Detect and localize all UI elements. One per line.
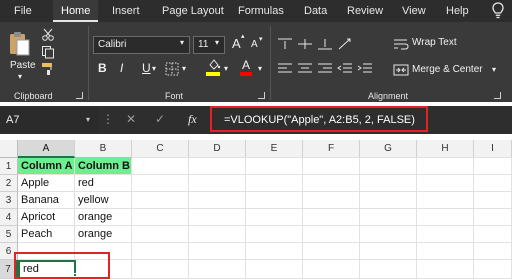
tab-view[interactable]: View xyxy=(402,0,426,22)
alignment-group-label: Alignment xyxy=(368,91,409,101)
decrease-indent-icon[interactable] xyxy=(336,60,354,76)
column-header-b[interactable]: B xyxy=(75,140,132,158)
insert-function-icon[interactable]: fx xyxy=(188,112,197,127)
wrap-text-icon[interactable] xyxy=(392,37,410,51)
column-header-f[interactable]: F xyxy=(303,140,360,158)
font-color-button[interactable]: A xyxy=(242,58,250,72)
select-all-corner[interactable] xyxy=(0,140,18,158)
font-launcher-icon[interactable] xyxy=(258,92,265,99)
underline-button[interactable]: U xyxy=(142,61,151,75)
tab-home[interactable]: Home xyxy=(53,0,99,22)
align-right-icon[interactable] xyxy=(316,60,334,76)
cell-b2[interactable]: red xyxy=(75,175,132,192)
font-size-dropdown-icon[interactable]: ▾ xyxy=(215,38,219,47)
align-top-icon[interactable] xyxy=(276,36,294,52)
wrap-text-button[interactable]: Wrap Text xyxy=(412,37,457,48)
cell-b1[interactable]: Column B xyxy=(75,158,132,175)
caret-down-icon: ▾ xyxy=(259,36,263,43)
bold-button[interactable]: B xyxy=(98,61,107,75)
font-name-dropdown-icon[interactable]: ▾ xyxy=(180,38,184,47)
caret-up-icon: ▴ xyxy=(241,33,245,40)
align-middle-icon[interactable] xyxy=(296,36,314,52)
cell-b3[interactable]: yellow xyxy=(75,192,132,209)
tab-data[interactable]: Data xyxy=(304,0,327,22)
tab-review[interactable]: Review xyxy=(347,0,383,22)
alignment-launcher-icon[interactable] xyxy=(494,92,501,99)
paste-dropdown-icon[interactable]: ▾ xyxy=(18,72,22,81)
format-painter-icon[interactable] xyxy=(40,62,56,76)
row-header-5[interactable]: 5 xyxy=(0,226,18,243)
tab-file[interactable]: File xyxy=(14,0,32,22)
clipboard-launcher-icon[interactable] xyxy=(76,92,83,99)
increase-indent-icon[interactable] xyxy=(356,60,374,76)
copy-icon[interactable] xyxy=(40,45,56,59)
row-header-3[interactable]: 3 xyxy=(0,192,18,209)
cell-b5[interactable]: orange xyxy=(75,226,132,243)
italic-button[interactable]: I xyxy=(120,61,123,75)
row-header-2[interactable]: 2 xyxy=(0,175,18,192)
merge-center-button[interactable]: Merge & Center xyxy=(412,64,483,75)
font-color-swatch xyxy=(240,72,252,76)
decrease-font-size-button[interactable]: A xyxy=(251,39,258,50)
column-header-e[interactable]: E xyxy=(246,140,303,158)
font-color-dropdown-icon[interactable]: ▾ xyxy=(258,64,262,73)
underline-dropdown-icon[interactable]: ▾ xyxy=(152,64,156,73)
tab-formulas[interactable]: Formulas xyxy=(238,0,284,22)
cell-a5[interactable]: Peach xyxy=(18,226,75,243)
align-center-icon[interactable] xyxy=(296,60,314,76)
paste-button-label[interactable]: Paste xyxy=(10,60,36,71)
cancel-icon[interactable]: ✕ xyxy=(126,112,136,126)
align-bottom-icon[interactable] xyxy=(316,36,334,52)
column-header-h[interactable]: H xyxy=(417,140,474,158)
orientation-icon[interactable] xyxy=(336,36,354,52)
fill-color-swatch xyxy=(206,72,220,76)
name-box[interactable]: A7 xyxy=(0,108,98,132)
row-header-1[interactable]: 1 xyxy=(0,158,18,175)
column-header-d[interactable]: D xyxy=(189,140,246,158)
lightbulb-icon[interactable] xyxy=(490,1,506,21)
tab-page-layout[interactable]: Page Layout xyxy=(162,0,224,22)
result-highlight-box xyxy=(14,252,110,279)
clipboard-group-label: Clipboard xyxy=(14,91,53,101)
enter-icon[interactable]: ✓ xyxy=(155,112,165,126)
cell-a3[interactable]: Banana xyxy=(18,192,75,209)
cut-icon[interactable] xyxy=(40,28,56,42)
increase-font-size-button[interactable]: A xyxy=(232,36,241,51)
ribbon-home xyxy=(0,22,512,102)
merge-dropdown-icon[interactable]: ▾ xyxy=(492,65,496,74)
more-options-icon: ⋮ xyxy=(102,112,114,126)
font-name-select[interactable]: Calibri xyxy=(93,36,190,54)
ribbon-divider xyxy=(270,26,271,100)
tab-insert[interactable]: Insert xyxy=(112,0,140,22)
column-header-c[interactable]: C xyxy=(132,140,189,158)
borders-dropdown-icon[interactable]: ▾ xyxy=(182,64,186,73)
merge-center-icon[interactable] xyxy=(392,63,410,77)
align-left-icon[interactable] xyxy=(276,60,294,76)
formula-highlight-box xyxy=(210,106,428,132)
cell-b4[interactable]: orange xyxy=(75,209,132,226)
fill-color-icon[interactable] xyxy=(206,58,222,72)
column-header-g[interactable]: G xyxy=(360,140,417,158)
cell-a2[interactable]: Apple xyxy=(18,175,75,192)
tab-help[interactable]: Help xyxy=(446,0,469,22)
column-header-a[interactable]: A xyxy=(18,140,75,158)
row-header-4[interactable]: 4 xyxy=(0,209,18,226)
name-box-dropdown-icon[interactable]: ▾ xyxy=(86,115,90,124)
borders-icon[interactable] xyxy=(164,61,180,77)
font-group-label: Font xyxy=(165,91,184,101)
cell-a1[interactable]: Column A xyxy=(18,158,75,175)
column-header-i[interactable]: I xyxy=(474,140,512,158)
font-size-select[interactable]: 11 xyxy=(193,36,225,54)
paste-icon[interactable] xyxy=(8,30,30,56)
fill-color-dropdown-icon[interactable]: ▾ xyxy=(224,64,228,73)
cell-a4[interactable]: Apricot xyxy=(18,209,75,226)
ribbon-divider xyxy=(88,26,89,100)
